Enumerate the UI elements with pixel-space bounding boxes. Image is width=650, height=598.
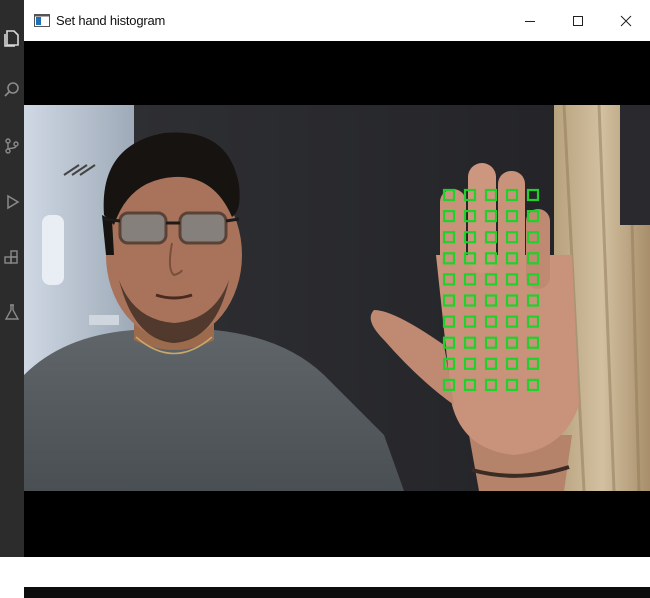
minimize-button[interactable] <box>506 0 554 41</box>
search-icon[interactable] <box>2 80 22 100</box>
testing-icon[interactable] <box>2 302 22 322</box>
maximize-icon <box>573 15 583 26</box>
extensions-icon[interactable] <box>2 248 22 268</box>
camera-frame <box>24 105 650 491</box>
window-title: Set hand histogram <box>56 13 166 28</box>
status-strip <box>24 587 650 598</box>
title-bar[interactable]: Set hand histogram <box>24 0 650 41</box>
files-icon[interactable] <box>2 28 22 48</box>
histogram-window: Set hand histogram <box>24 0 650 598</box>
source-control-icon[interactable] <box>2 136 22 156</box>
maximize-button[interactable] <box>554 0 602 41</box>
window-client-area <box>24 41 650 598</box>
activity-bar <box>0 0 24 557</box>
app-icon <box>34 14 50 27</box>
minimize-icon <box>525 20 535 22</box>
close-button[interactable] <box>602 0 650 41</box>
run-debug-icon[interactable] <box>2 192 22 212</box>
window-controls <box>506 0 650 41</box>
close-icon <box>620 15 632 26</box>
